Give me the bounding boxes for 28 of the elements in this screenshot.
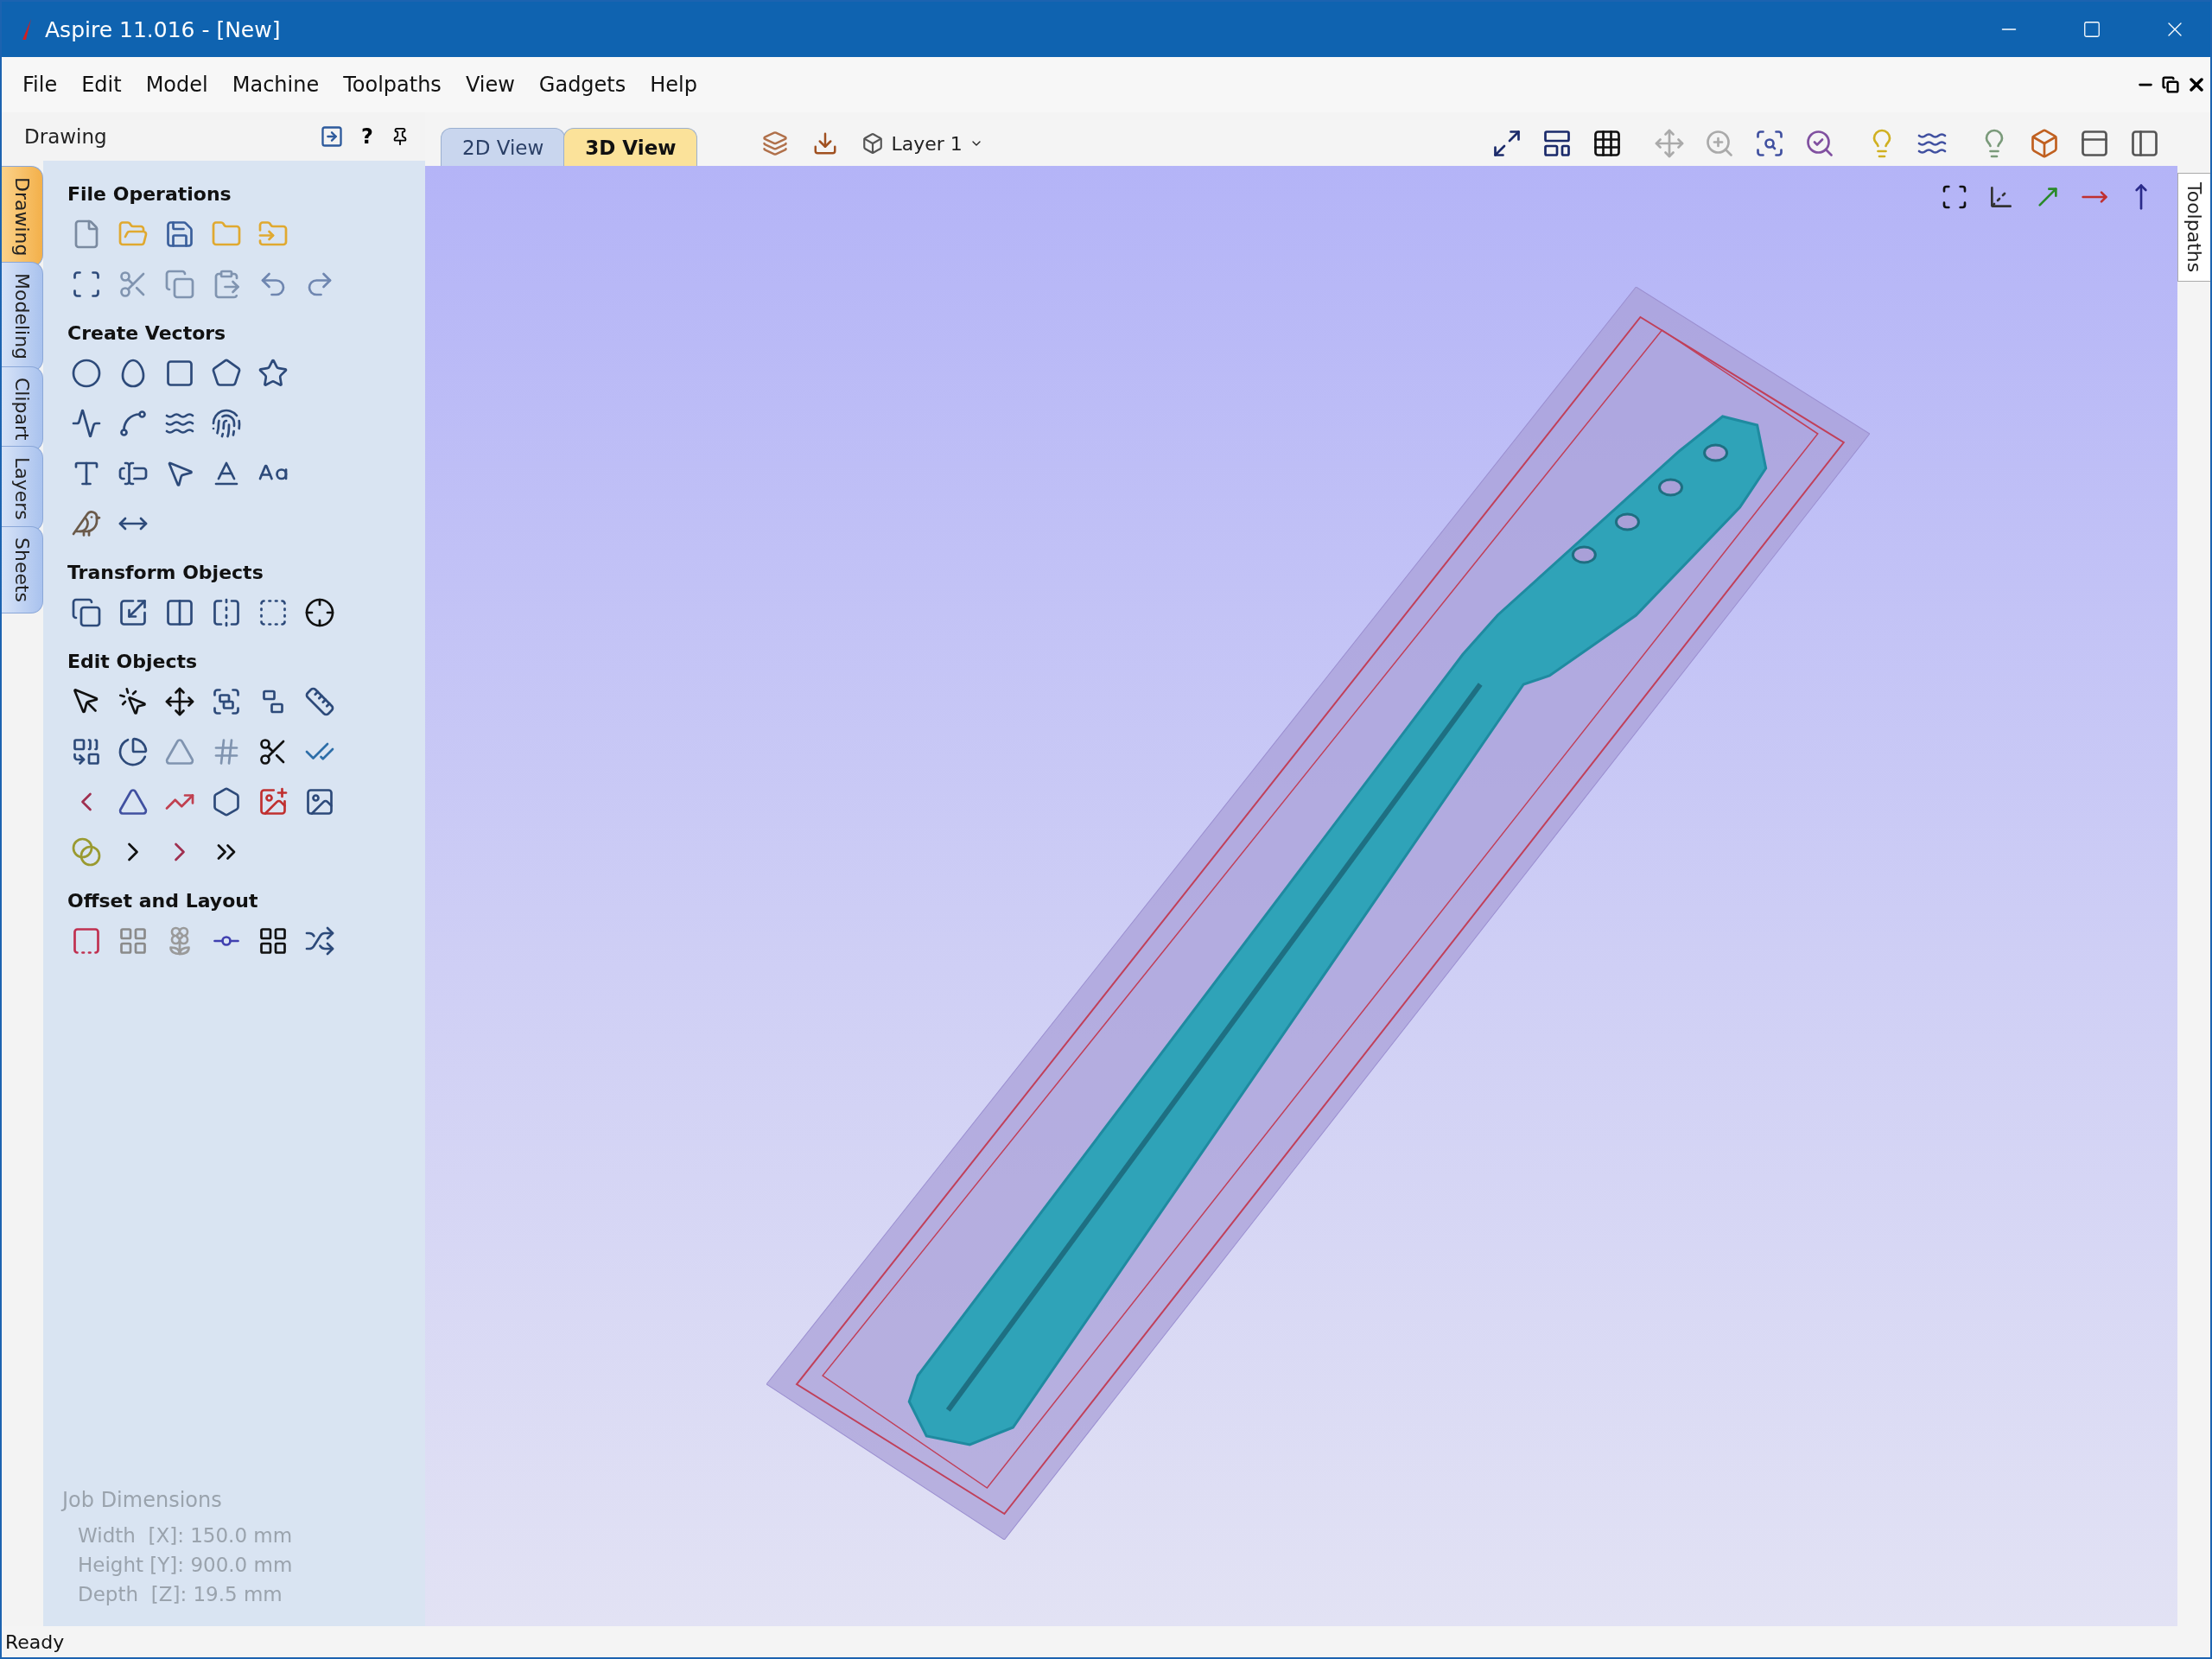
side-tab[interactable]: Toolpaths [2177,173,2210,283]
section-heading: Edit Objects [67,651,199,672]
dimension-text: Depth [Z]: 19.5 mm [78,1583,283,1605]
view-tab[interactable]: 2D View [441,128,566,166]
layer-dropdown[interactable]: Layer 1 [856,131,988,156]
menu-item[interactable]: Help [638,73,709,97]
status-text: Ready [5,1630,65,1653]
section-heading: Offset and Layout [67,890,259,912]
section-heading: File Operations [67,183,232,205]
side-tab[interactable]: Sheets [2,526,43,614]
menu-item[interactable]: Machine [219,73,332,97]
view-tab[interactable]: 3D View [563,128,698,166]
help-button[interactable]: ? [358,124,377,149]
job-dimensions-heading: Job Dimensions [62,1488,223,1512]
menu-item[interactable]: File [10,73,70,97]
menu-item[interactable]: View [453,73,527,97]
menu-item[interactable]: Edit [69,73,134,97]
dimension-text: Width [X]: 150.0 mm [78,1524,294,1547]
section-heading: Create Vectors [67,322,227,344]
section-heading: Transform Objects [67,562,264,583]
window-title: Aspire 11.016 - [New] [45,16,282,42]
cube-icon [861,132,885,155]
app-logo-icon [21,18,33,41]
menu-item[interactable]: Toolpaths [331,73,454,97]
menu-item[interactable]: Model [133,73,220,97]
dimension-text: Height [Y]: 900.0 mm [78,1554,294,1576]
menu-item[interactable]: Gadgets [526,73,639,97]
panel-title: Drawing [24,125,108,148]
